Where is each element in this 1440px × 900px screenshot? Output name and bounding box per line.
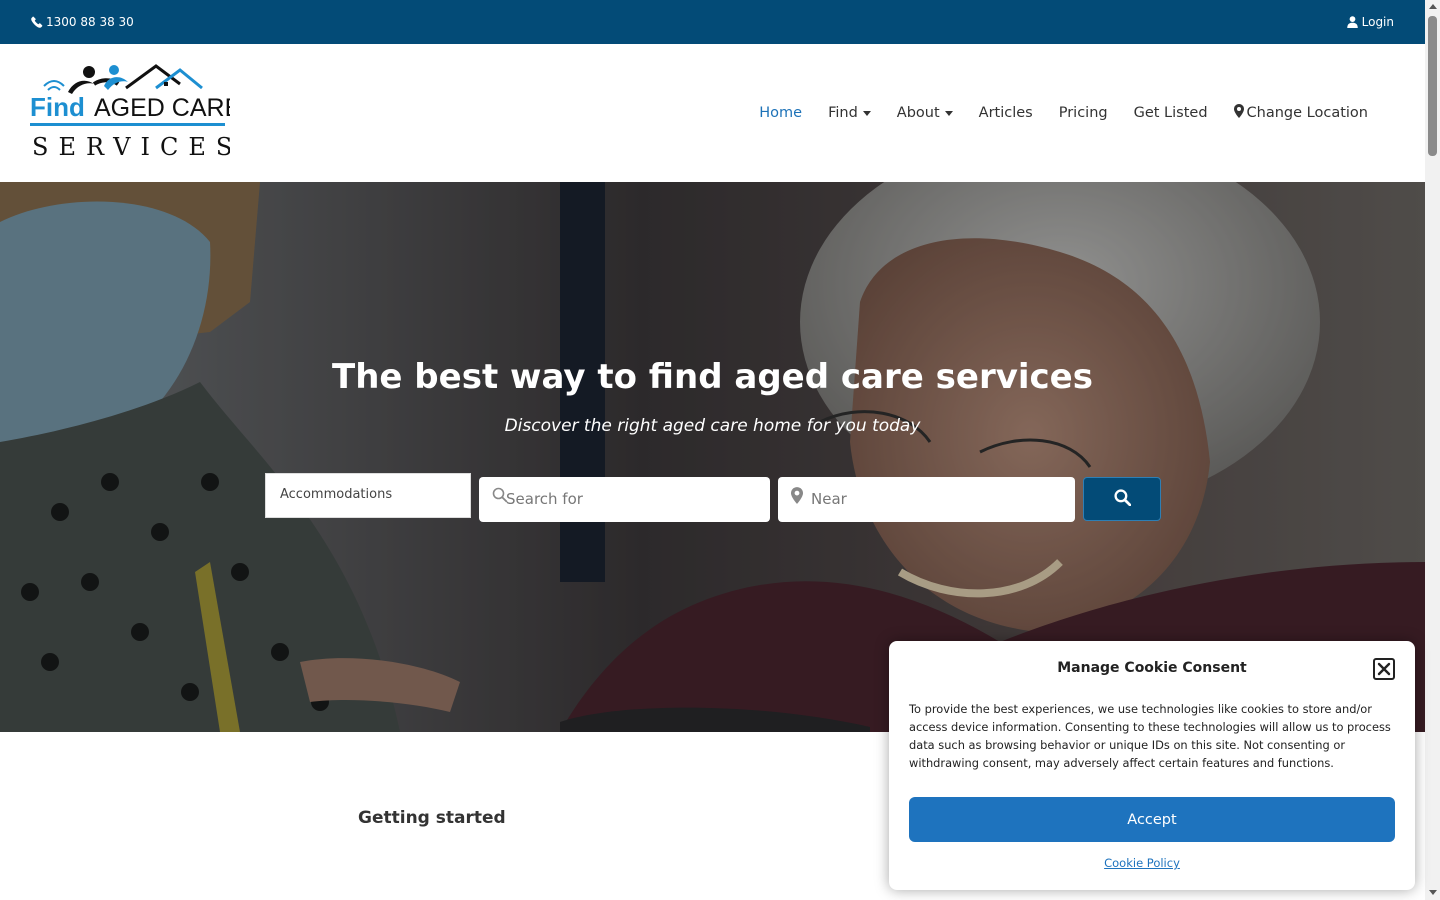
close-icon[interactable] xyxy=(1373,658,1395,680)
top-bar: 1300 88 38 30 Login xyxy=(0,0,1425,44)
cookie-consent-dialog: Manage Cookie Consent To provide the bes… xyxy=(889,641,1415,890)
category-select-value: Accommodations xyxy=(280,487,393,502)
search-form: Accommodations Search for Near xyxy=(265,473,1161,523)
map-marker-icon xyxy=(791,487,803,508)
nav-pricing[interactable]: Pricing xyxy=(1046,105,1121,121)
search-input-placeholder: Search for xyxy=(506,490,583,508)
nav-home[interactable]: Home xyxy=(746,105,815,121)
nav-articles-label: Articles xyxy=(978,105,1033,121)
near-input[interactable]: Near xyxy=(778,477,1075,522)
map-marker-icon xyxy=(1233,104,1244,122)
hero-subtitle: Discover the right aged care home for yo… xyxy=(504,416,921,436)
login-link[interactable]: Login xyxy=(1346,15,1394,29)
svg-text:AGED CARE: AGED CARE xyxy=(94,94,230,122)
svg-text:SERVICES: SERVICES xyxy=(32,133,230,161)
getting-started-heading: Getting started xyxy=(358,808,506,828)
phone-number: 1300 88 38 30 xyxy=(46,15,134,29)
search-icon xyxy=(1113,488,1131,510)
cookie-policy-link[interactable]: Cookie Policy xyxy=(889,856,1395,870)
user-icon xyxy=(1346,16,1358,28)
caret-down-icon xyxy=(944,110,953,116)
cookie-dialog-title: Manage Cookie Consent xyxy=(1057,660,1247,676)
nav-change-location[interactable]: Change Location xyxy=(1221,104,1381,122)
near-input-placeholder: Near xyxy=(811,490,847,508)
site-logo[interactable]: Find AGED CARE SERVICES xyxy=(30,62,230,162)
nav-get-listed[interactable]: Get Listed xyxy=(1121,105,1221,121)
phone-icon xyxy=(31,16,43,28)
nav-about-label: About xyxy=(896,105,940,121)
cookie-dialog-body: To provide the best experiences, we use … xyxy=(909,702,1391,770)
category-select[interactable]: Accommodations xyxy=(265,473,471,518)
main-nav: Home Find About Articles Pricing Get Lis… xyxy=(746,104,1381,122)
login-label: Login xyxy=(1361,15,1394,29)
scroll-down-arrow-icon[interactable] xyxy=(1429,890,1437,895)
scrollbar-thumb[interactable] xyxy=(1428,16,1437,156)
accept-button[interactable]: Accept xyxy=(909,797,1395,842)
hero-title: The best way to find aged care services xyxy=(332,357,1093,397)
nav-articles[interactable]: Articles xyxy=(966,105,1046,121)
search-input[interactable]: Search for xyxy=(479,477,770,522)
search-button[interactable] xyxy=(1083,477,1161,521)
nav-home-label: Home xyxy=(759,105,803,121)
nav-change-location-label: Change Location xyxy=(1246,105,1368,121)
nav-about[interactable]: About xyxy=(884,105,966,121)
nav-find[interactable]: Find xyxy=(815,105,884,121)
nav-find-label: Find xyxy=(828,105,858,121)
phone-link[interactable]: 1300 88 38 30 xyxy=(31,15,134,29)
accept-button-label: Accept xyxy=(1127,811,1177,828)
nav-get-listed-label: Get Listed xyxy=(1133,105,1208,121)
site-header: Find AGED CARE SERVICES Home Find About … xyxy=(0,44,1425,182)
nav-pricing-label: Pricing xyxy=(1058,105,1108,121)
page-scrollbar[interactable] xyxy=(1425,0,1440,900)
scroll-up-arrow-icon[interactable] xyxy=(1429,4,1437,9)
caret-down-icon xyxy=(862,110,871,116)
svg-text:Find: Find xyxy=(30,92,85,122)
